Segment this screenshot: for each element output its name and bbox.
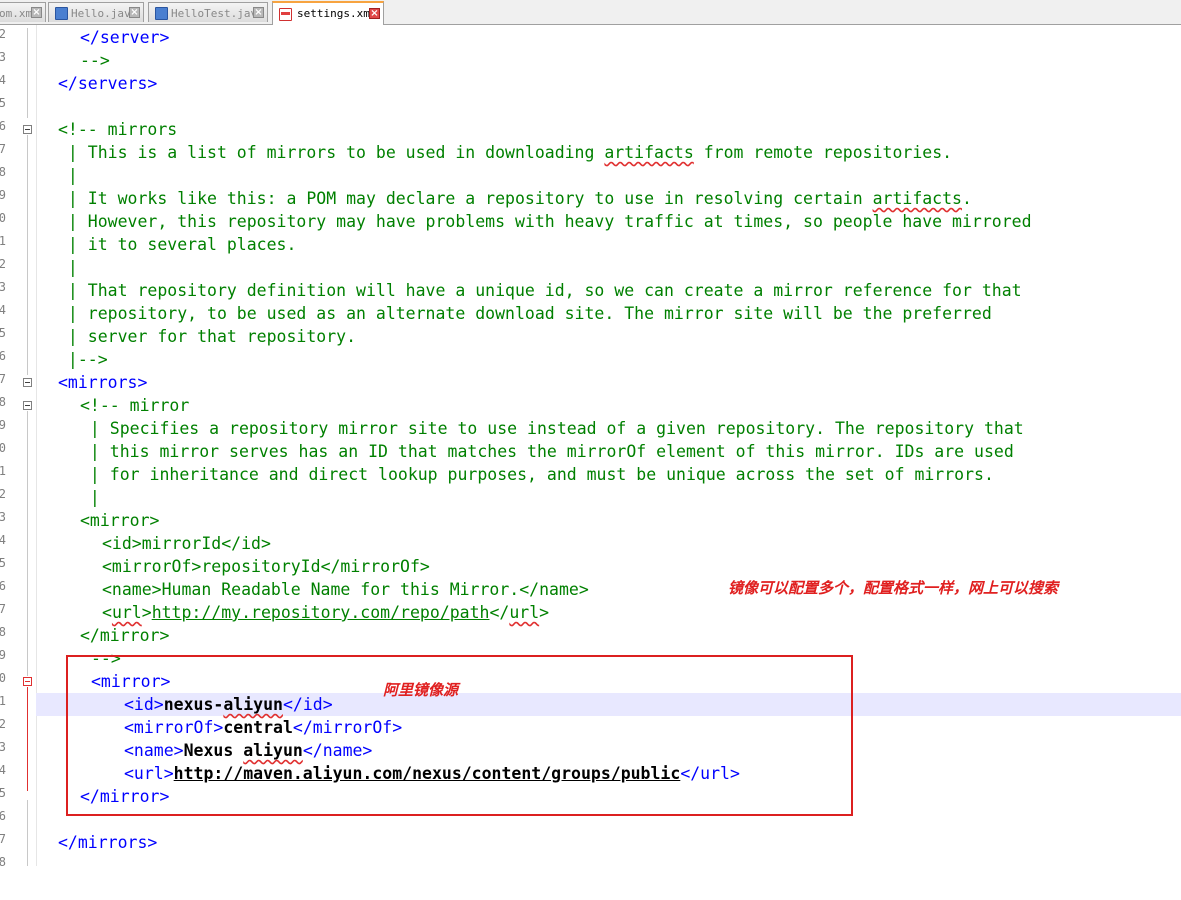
close-icon[interactable]: × [129, 7, 140, 18]
comment-text: | Specifies a repository mirror site to … [80, 419, 1024, 438]
comment-text: </mirror> [80, 626, 170, 645]
comment-segment: </id> [221, 534, 271, 553]
xml-tag: </servers> [58, 74, 158, 93]
comment-segment: </ [489, 603, 510, 622]
comment-text: | This is a list of mirrors to be used i… [58, 141, 952, 164]
java-file-icon [155, 7, 168, 20]
xml-tag: <mirrors> [58, 373, 148, 392]
tab-label: Hello.java [71, 7, 138, 20]
comment-text: | [58, 258, 78, 277]
spell-error-word: url [509, 603, 540, 622]
spell-error-word: url [111, 603, 142, 622]
comment-text: | That repository definition will have a… [58, 281, 1022, 300]
code-line: | Specifies a repository mirror site to … [0, 417, 1181, 440]
code-line: | It works like this: a POM may declare … [0, 187, 1181, 210]
tab-pom-xml[interactable]: om.xml × [0, 2, 46, 22]
tab-label: HelloTest.java [171, 7, 264, 20]
code-line: <mirrorOf>repositoryId</mirrorOf> [0, 555, 1181, 578]
code-line: | server for that repository. [0, 325, 1181, 348]
comment-text: <!-- mirrors [58, 120, 178, 139]
code-line: | [0, 164, 1181, 187]
comment-text: |--> [58, 350, 108, 369]
annotation-note: 镜像可以配置多个，配置格式一样，网上可以搜索 [728, 579, 1059, 597]
comment-segment: Human Readable Name for this Mirror. [161, 580, 520, 599]
tab-hellotest-java[interactable]: HelloTest.java × [148, 2, 268, 22]
code-line: | it to several places. [0, 233, 1181, 256]
comment-segment: <name> [102, 580, 162, 599]
comment-text: | it to several places. [58, 235, 297, 254]
code-line: <url>http://my.repository.com/repo/path<… [0, 601, 1181, 624]
close-icon[interactable]: × [253, 7, 264, 18]
annotation-note: 阿里镜像源 [383, 681, 459, 699]
xml-tag: </server> [80, 28, 170, 47]
comment-segment: | It works like this: a POM may declare … [58, 189, 873, 208]
tab-bar: om.xml × Hello.java × HelloTest.java × s… [0, 0, 1181, 25]
comment-text: | for inheritance and direct lookup purp… [80, 465, 994, 484]
comment-segment: <id> [102, 534, 142, 553]
comment-segment: | This is a list of mirrors to be used i… [58, 143, 605, 162]
tab-settings-xml[interactable]: settings.xml × [272, 1, 384, 25]
tab-hello-java[interactable]: Hello.java × [48, 2, 144, 22]
xml-tag: </mirrors> [58, 833, 158, 852]
code-line: |--> [0, 348, 1181, 371]
comment-text: | However, this repository may have prob… [58, 212, 1032, 231]
comment-text: <mirror> [80, 511, 160, 530]
code-line: <id>mirrorId</id> [0, 532, 1181, 555]
comment-segment: > [141, 603, 152, 622]
code-line: | That repository definition will have a… [0, 279, 1181, 302]
comment-segment: < [102, 603, 112, 622]
code-line: | However, this repository may have prob… [0, 210, 1181, 233]
code-line: | repository, to be used as an alternate… [0, 302, 1181, 325]
xml-file-icon [279, 8, 292, 21]
code-line: <mirrors> [0, 371, 1181, 394]
code-line: </mirror> [0, 624, 1181, 647]
comment-text: | [58, 166, 78, 185]
comment-segment: from remote repositories. [693, 143, 953, 162]
code-line: <!-- mirror [0, 394, 1181, 417]
tab-label: settings.xml [297, 7, 377, 20]
comment-text: | server for that repository. [58, 327, 357, 346]
code-line: | for inheritance and direct lookup purp… [0, 463, 1181, 486]
comment-text: <url>http://my.repository.com/repo/path<… [102, 601, 549, 624]
java-file-icon [55, 7, 68, 20]
close-icon[interactable]: × [31, 7, 42, 18]
close-icon[interactable]: × [369, 8, 380, 19]
comment-text: | repository, to be used as an alternate… [58, 304, 992, 323]
comment-text: <mirrorOf>repositoryId</mirrorOf> [102, 555, 430, 578]
comment-link[interactable]: http://my.repository.com/repo/path [152, 603, 490, 622]
comment-text: --> [80, 51, 110, 70]
comment-segment: </name> [519, 580, 589, 599]
comment-text: <id>mirrorId</id> [102, 532, 271, 555]
comment-text: <!-- mirror [80, 396, 190, 415]
code-line: | This is a list of mirrors to be used i… [0, 141, 1181, 164]
spell-error-word: artifacts [872, 189, 962, 208]
highlight-box [66, 655, 853, 816]
comment-segment: mirrorId [141, 534, 222, 553]
code-line: </servers> [0, 72, 1181, 95]
code-line: --> [0, 49, 1181, 72]
comment-segment: . [961, 189, 972, 208]
comment-text: | [80, 488, 100, 507]
comment-segment: > [539, 603, 550, 622]
code-line: | [0, 486, 1181, 509]
code-line: <mirror> [0, 509, 1181, 532]
code-line: <!-- mirrors [0, 118, 1181, 141]
comment-segment: repositoryId [201, 557, 321, 576]
comment-text: <name>Human Readable Name for this Mirro… [102, 578, 589, 601]
code-line: </server> [0, 26, 1181, 49]
code-line: </mirrors> [0, 831, 1181, 854]
code-line: | this mirror serves has an ID that matc… [0, 440, 1181, 463]
comment-segment: </mirrorOf> [320, 557, 430, 576]
comment-text: | It works like this: a POM may declare … [58, 187, 972, 210]
comment-segment: <mirrorOf> [102, 557, 202, 576]
comment-text: | this mirror serves has an ID that matc… [80, 442, 1014, 461]
code-line: | [0, 256, 1181, 279]
spell-error-word: artifacts [604, 143, 694, 162]
